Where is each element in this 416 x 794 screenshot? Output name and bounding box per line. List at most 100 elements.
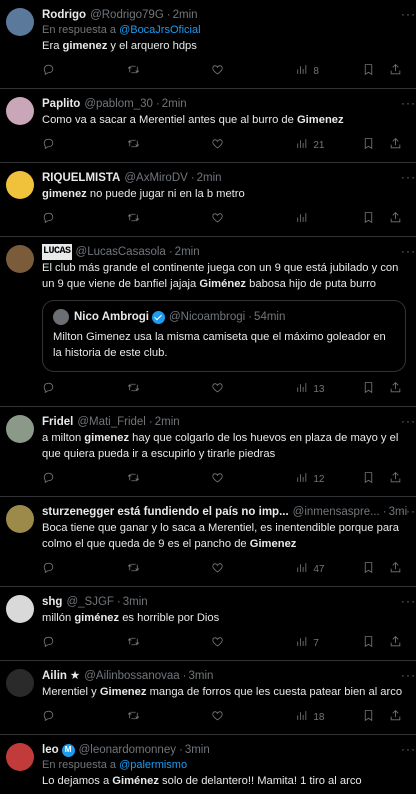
timestamp[interactable]: 2min bbox=[197, 170, 222, 186]
like-button[interactable] bbox=[211, 381, 296, 397]
more-icon[interactable]: ··· bbox=[401, 170, 416, 184]
reply-to-link[interactable]: @palermismo bbox=[119, 759, 187, 771]
author-handle[interactable]: @AxMiroDV bbox=[124, 170, 187, 186]
share-button[interactable] bbox=[389, 471, 402, 487]
author-handle[interactable]: @leonardomonney bbox=[79, 742, 176, 758]
author-name[interactable]: Fridel bbox=[42, 414, 73, 430]
reply-prefix: En respuesta a bbox=[42, 759, 116, 771]
more-icon[interactable]: ··· bbox=[401, 668, 416, 682]
timestamp[interactable]: 3min bbox=[123, 594, 148, 610]
views-button[interactable]: 12 bbox=[295, 471, 362, 487]
avatar[interactable] bbox=[6, 505, 34, 533]
like-button[interactable] bbox=[211, 471, 296, 487]
retweet-button[interactable] bbox=[127, 709, 211, 725]
share-button[interactable] bbox=[389, 561, 402, 577]
author-name[interactable]: LUCAS bbox=[42, 244, 72, 260]
share-button[interactable] bbox=[389, 137, 402, 153]
views-button[interactable]: 47 bbox=[295, 561, 362, 577]
timestamp[interactable]: 3min bbox=[189, 668, 214, 684]
share-button[interactable] bbox=[389, 381, 402, 397]
author-handle[interactable]: @inmensaspre... bbox=[293, 504, 380, 520]
reply-prefix: En respuesta a bbox=[42, 24, 116, 36]
share-icon bbox=[389, 635, 402, 651]
reply-button[interactable] bbox=[42, 561, 127, 577]
avatar[interactable] bbox=[6, 669, 34, 697]
share-button[interactable] bbox=[389, 211, 402, 227]
avatar[interactable] bbox=[6, 8, 34, 36]
timestamp[interactable]: 2min bbox=[175, 244, 200, 260]
timestamp[interactable]: 3min bbox=[185, 742, 210, 758]
author-name[interactable]: Ailin bbox=[42, 668, 67, 684]
author-handle[interactable]: @Ailinbossanovaa bbox=[84, 668, 179, 684]
more-icon[interactable]: ··· bbox=[401, 594, 416, 608]
author-name[interactable]: RIQUELMISTA bbox=[42, 170, 120, 186]
author-name[interactable]: sturzenegger está fundiendo el país no i… bbox=[42, 504, 289, 520]
tweet-actions: 21 bbox=[42, 128, 408, 162]
quoted-tweet[interactable]: Nico Ambrogi @Nicoambrogi · 54min Milton Gim… bbox=[42, 300, 406, 372]
bookmark-button[interactable] bbox=[362, 635, 375, 651]
reply-button[interactable] bbox=[42, 471, 127, 487]
author-name[interactable]: leo bbox=[42, 742, 59, 758]
share-button[interactable] bbox=[389, 63, 402, 79]
more-icon[interactable]: ··· bbox=[401, 244, 416, 258]
timestamp[interactable]: 2min bbox=[162, 96, 187, 112]
more-icon[interactable]: ··· bbox=[401, 7, 416, 21]
bookmark-button[interactable] bbox=[362, 211, 375, 227]
retweet-button[interactable] bbox=[127, 211, 211, 227]
views-button[interactable]: 13 bbox=[295, 381, 362, 397]
retweet-button[interactable] bbox=[127, 635, 211, 651]
like-button[interactable] bbox=[211, 211, 296, 227]
like-button[interactable] bbox=[211, 137, 296, 153]
reply-button[interactable] bbox=[42, 635, 127, 651]
reply-button[interactable] bbox=[42, 63, 127, 79]
bookmark-button[interactable] bbox=[362, 561, 375, 577]
bookmark-button[interactable] bbox=[362, 709, 375, 725]
author-name[interactable]: Paplito bbox=[42, 96, 80, 112]
reply-button[interactable] bbox=[42, 709, 127, 725]
bookmark-button[interactable] bbox=[362, 63, 375, 79]
avatar[interactable] bbox=[6, 245, 34, 273]
bookmark-button[interactable] bbox=[362, 137, 375, 153]
like-button[interactable] bbox=[211, 561, 296, 577]
retweet-button[interactable] bbox=[127, 381, 211, 397]
more-icon[interactable]: ··· bbox=[401, 504, 416, 518]
share-button[interactable] bbox=[389, 709, 402, 725]
more-icon[interactable]: ··· bbox=[401, 96, 416, 110]
author-handle[interactable]: @pablom_30 bbox=[84, 96, 153, 112]
more-icon[interactable]: ··· bbox=[401, 414, 416, 428]
bookmark-button[interactable] bbox=[362, 471, 375, 487]
like-button[interactable] bbox=[211, 709, 296, 725]
avatar[interactable] bbox=[6, 743, 34, 771]
author-name[interactable]: Rodrigo bbox=[42, 7, 86, 23]
views-button[interactable]: 21 bbox=[295, 137, 362, 153]
more-icon[interactable]: ··· bbox=[401, 742, 416, 756]
retweet-button[interactable] bbox=[127, 63, 211, 79]
avatar[interactable] bbox=[6, 97, 34, 125]
timestamp[interactable]: 2min bbox=[155, 414, 180, 430]
author-handle[interactable]: @Mati_Fridel bbox=[77, 414, 146, 430]
avatar[interactable] bbox=[6, 595, 34, 623]
avatar[interactable] bbox=[6, 171, 34, 199]
bookmark-button[interactable] bbox=[362, 381, 375, 397]
retweet-button[interactable] bbox=[127, 471, 211, 487]
like-button[interactable] bbox=[211, 63, 296, 79]
views-button[interactable]: 8 bbox=[295, 63, 362, 79]
author-handle[interactable]: @Rodrigo79G bbox=[90, 7, 164, 23]
author-name[interactable]: shg bbox=[42, 594, 62, 610]
reply-button[interactable] bbox=[42, 211, 127, 227]
reply-button[interactable] bbox=[42, 137, 127, 153]
views-button[interactable]: 7 bbox=[295, 635, 362, 651]
views-button[interactable]: 18 bbox=[295, 709, 362, 725]
timestamp[interactable]: 2min bbox=[173, 7, 198, 23]
separator-dot: · bbox=[382, 506, 387, 518]
reply-to-link[interactable]: @BocaJrsOficial bbox=[119, 24, 200, 36]
author-handle[interactable]: @LucasCasasola bbox=[76, 244, 166, 260]
retweet-button[interactable] bbox=[127, 561, 211, 577]
reply-button[interactable] bbox=[42, 381, 127, 397]
avatar[interactable] bbox=[6, 415, 34, 443]
like-button[interactable] bbox=[211, 635, 296, 651]
author-handle[interactable]: @_SJGF bbox=[66, 594, 113, 610]
retweet-button[interactable] bbox=[127, 137, 211, 153]
share-button[interactable] bbox=[389, 635, 402, 651]
views-button[interactable] bbox=[295, 211, 362, 227]
